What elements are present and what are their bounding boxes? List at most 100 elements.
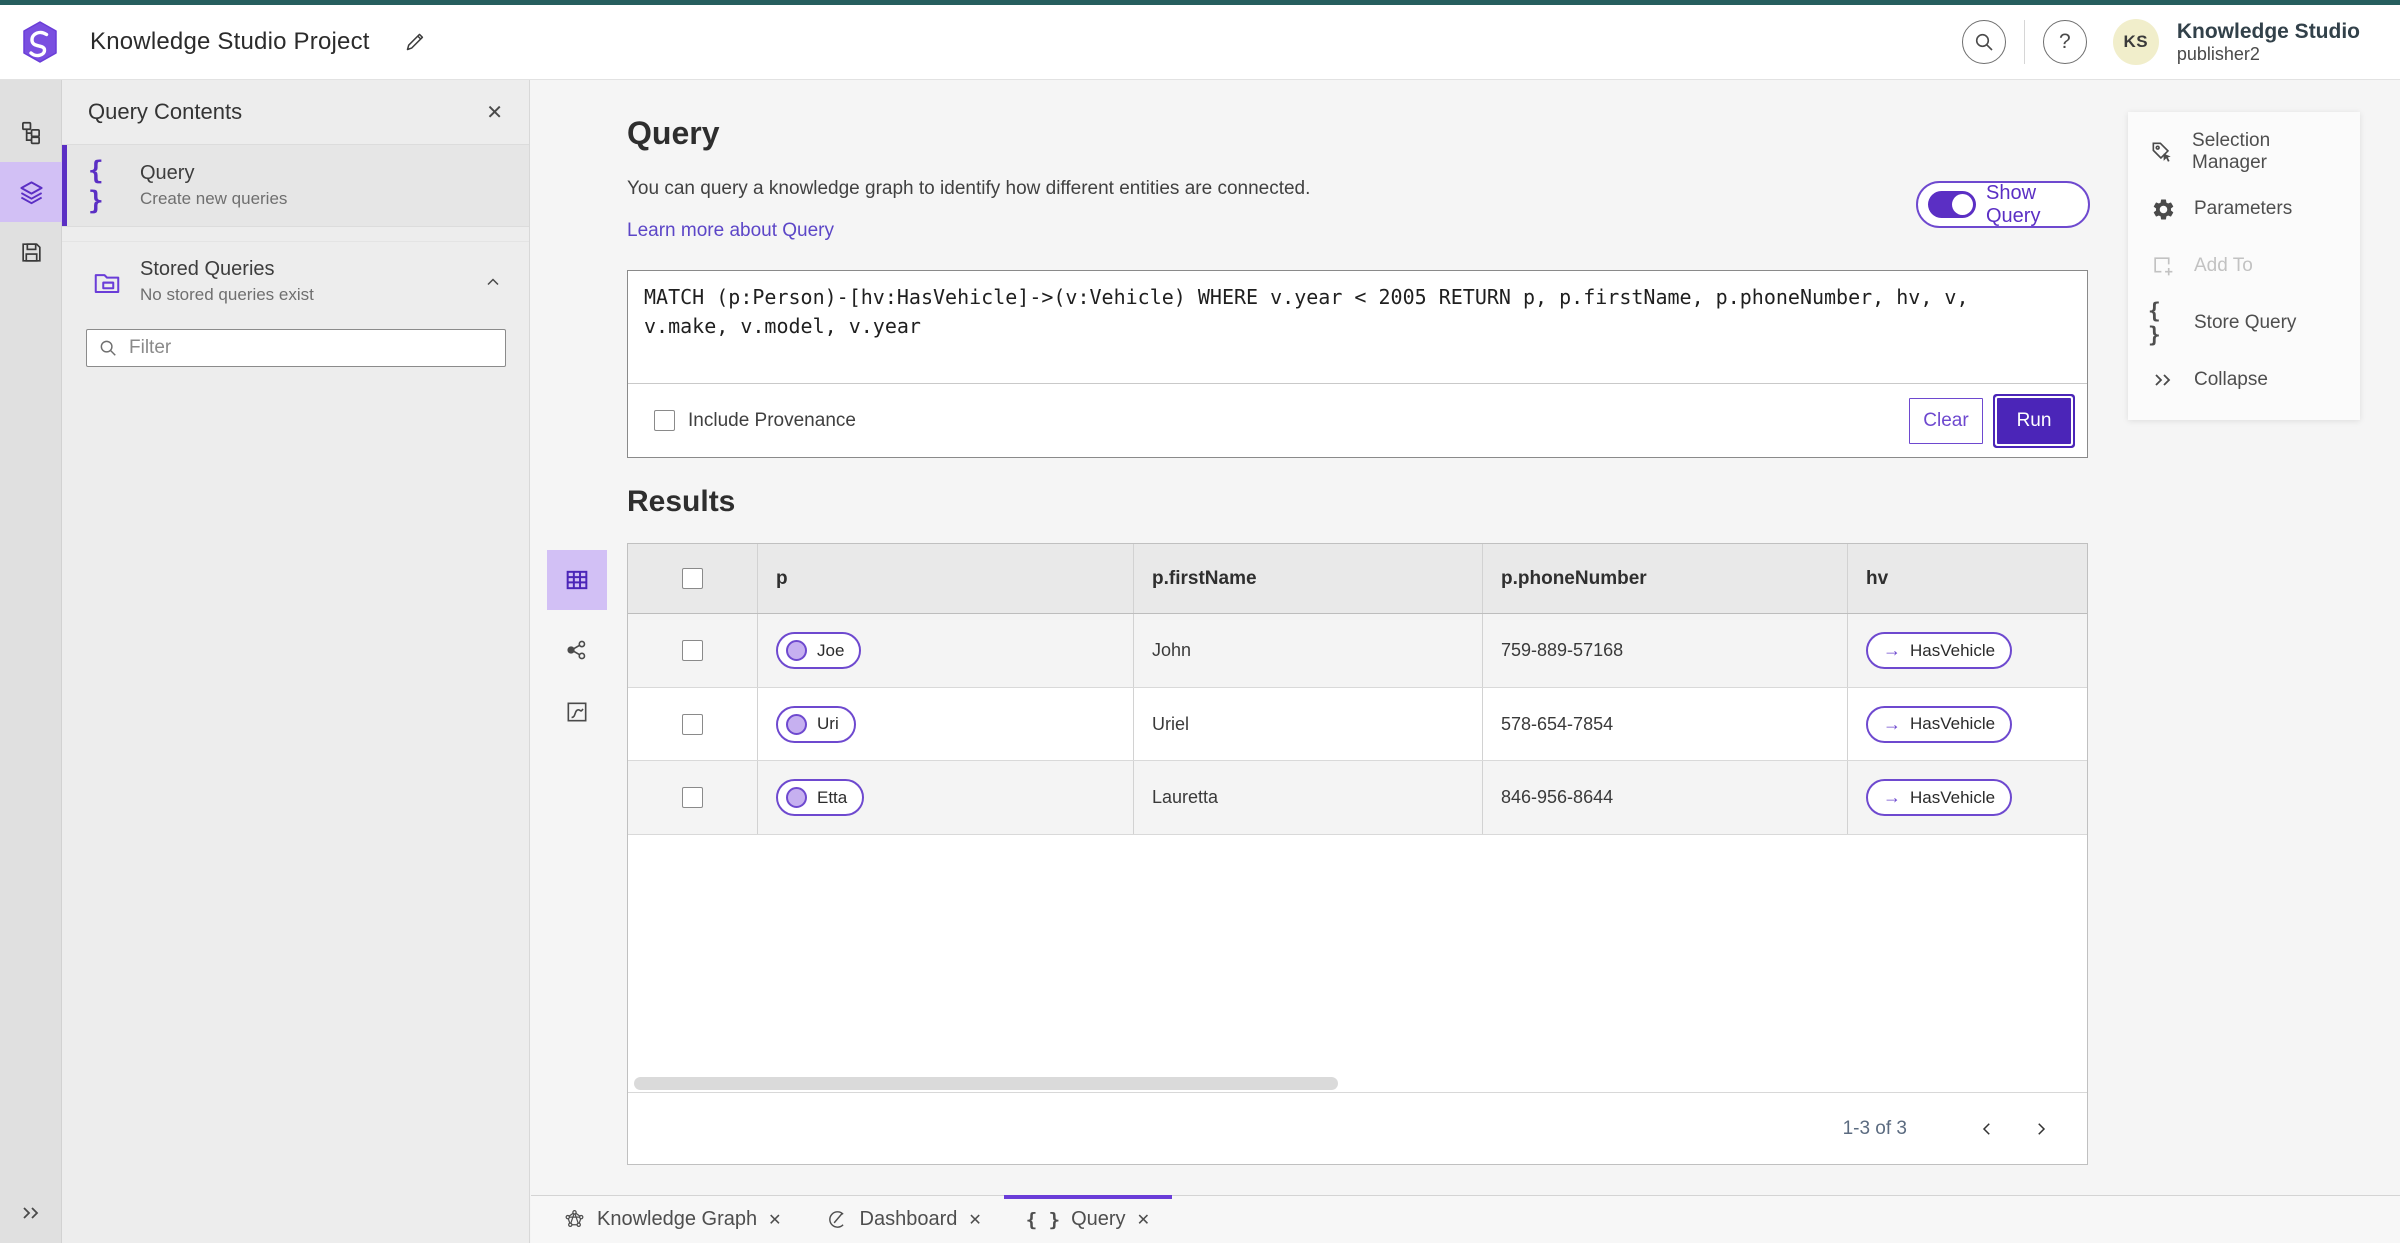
selection-manager-button[interactable]: Selection Manager bbox=[2128, 126, 2360, 178]
cell-firstname: Lauretta bbox=[1152, 787, 1219, 807]
table-view-button[interactable] bbox=[547, 550, 607, 610]
search-button[interactable] bbox=[1961, 20, 2006, 64]
double-chevron-right-icon bbox=[2155, 374, 2171, 386]
entity-pill[interactable]: Joe bbox=[776, 632, 862, 669]
query-heading: Query bbox=[627, 115, 720, 151]
horizontal-scrollbar[interactable] bbox=[634, 1077, 1338, 1090]
knowledge-graph-icon bbox=[565, 1210, 584, 1228]
stored-queries-label: Stored Queries bbox=[140, 258, 275, 280]
cell-phonenumber: 759-889-57168 bbox=[1501, 640, 1624, 660]
dashboard-gauge-icon bbox=[828, 1211, 846, 1228]
tag-cursor-icon bbox=[2152, 142, 2171, 162]
cell-phonenumber: 578-654-7854 bbox=[1501, 713, 1614, 734]
entity-pill[interactable]: Etta bbox=[776, 779, 865, 816]
query-item-description: Create new queries bbox=[140, 189, 288, 208]
clear-button[interactable]: Clear bbox=[1909, 397, 1983, 444]
product-name: Knowledge Studio bbox=[2176, 19, 2360, 43]
save-icon bbox=[21, 242, 41, 262]
chevron-left-icon bbox=[1982, 1122, 1990, 1135]
results-heading: Results bbox=[627, 485, 736, 518]
panel-item-stored-queries[interactable]: Stored Queries No stored queries exist bbox=[62, 241, 529, 321]
pagination-bar: 1-3 of 3 bbox=[628, 1092, 2087, 1164]
chevron-right-icon bbox=[2038, 1122, 2046, 1135]
toggle-knob bbox=[1952, 194, 1973, 215]
pagination-range: 1-3 of 3 bbox=[1842, 1117, 1907, 1139]
panel-title: Query Contents bbox=[88, 99, 243, 124]
query-editor[interactable]: MATCH (p:Person)-[hv:HasVehicle]->(v:Veh… bbox=[628, 271, 2087, 383]
close-tab-icon[interactable]: ✕ bbox=[1137, 1210, 1150, 1230]
question-icon: ? bbox=[2059, 30, 2071, 53]
filter-search-icon bbox=[98, 338, 118, 358]
column-header-p[interactable]: p bbox=[758, 544, 1134, 613]
layers-icon bbox=[19, 180, 43, 204]
show-query-toggle[interactable]: Show Query bbox=[1916, 181, 2090, 228]
column-header-hv[interactable]: hv bbox=[1848, 544, 2087, 613]
header-divider bbox=[2023, 20, 2025, 64]
column-header-phonenumber[interactable]: p.phoneNumber bbox=[1483, 544, 1848, 613]
table-row: Uri Uriel 578-654-7854 → HasVehicle bbox=[628, 688, 2087, 761]
help-button[interactable]: ? bbox=[2042, 20, 2087, 64]
parameters-button[interactable]: Parameters bbox=[2128, 183, 2360, 235]
query-contents-panel: Query Contents ✕ { } Query Create new qu… bbox=[62, 80, 530, 1243]
include-provenance-label: Include Provenance bbox=[688, 409, 856, 431]
tab-knowledge-graph[interactable]: Knowledge Graph ✕ bbox=[541, 1196, 804, 1243]
cell-firstname: Uriel bbox=[1152, 713, 1190, 734]
next-page-button[interactable] bbox=[2021, 1109, 2061, 1149]
arrow-right-icon: → bbox=[1883, 787, 1901, 807]
left-nav-rail bbox=[0, 80, 62, 1243]
run-button[interactable]: Run bbox=[1997, 397, 2071, 444]
cell-phonenumber: 846-956-8644 bbox=[1501, 787, 1614, 807]
user-avatar[interactable]: KS bbox=[2112, 19, 2159, 65]
nav-ontology-button[interactable] bbox=[0, 102, 62, 162]
column-header-firstname[interactable]: p.firstName bbox=[1134, 544, 1483, 613]
stored-queries-description: No stored queries exist bbox=[140, 285, 314, 304]
relationship-pill[interactable]: → HasVehicle bbox=[1866, 779, 2013, 816]
panel-item-query[interactable]: { } Query Create new queries bbox=[62, 145, 529, 227]
stored-queries-folder-icon bbox=[94, 273, 120, 293]
nav-query-button[interactable] bbox=[0, 162, 62, 222]
search-icon bbox=[1975, 33, 1993, 51]
project-title: Knowledge Studio Project bbox=[90, 28, 370, 55]
filter-input[interactable] bbox=[86, 329, 506, 367]
store-query-button[interactable]: { } Store Query bbox=[2128, 297, 2360, 349]
tab-dashboard[interactable]: Dashboard ✕ bbox=[804, 1196, 1004, 1243]
row-checkbox[interactable] bbox=[682, 787, 703, 808]
entity-pill[interactable]: Uri bbox=[776, 705, 856, 743]
arrow-right-icon: → bbox=[1883, 713, 1901, 734]
select-all-checkbox[interactable] bbox=[682, 568, 703, 589]
arrow-right-icon: → bbox=[1883, 640, 1901, 660]
toggle-switch[interactable] bbox=[1928, 191, 1976, 218]
nav-save-button[interactable] bbox=[0, 222, 62, 282]
graph-view-button[interactable] bbox=[547, 620, 607, 680]
close-tab-icon[interactable]: ✕ bbox=[968, 1210, 981, 1230]
results-view-toolbar bbox=[547, 550, 607, 742]
user-name: publisher2 bbox=[2176, 43, 2260, 64]
tab-query[interactable]: { } Query ✕ bbox=[1003, 1195, 1173, 1243]
edit-project-title-button[interactable] bbox=[400, 27, 430, 57]
learn-more-link[interactable]: Learn more about Query bbox=[627, 220, 834, 242]
app-header: Knowledge Studio Project ? KS Knowledge … bbox=[0, 5, 2400, 80]
relationship-pill[interactable]: → HasVehicle bbox=[1866, 632, 2013, 669]
pencil-icon bbox=[406, 33, 423, 51]
row-checkbox[interactable] bbox=[682, 713, 703, 735]
braces-icon: { } bbox=[1025, 1208, 1061, 1231]
entity-node-icon bbox=[786, 713, 807, 735]
close-panel-button[interactable]: ✕ bbox=[486, 100, 503, 125]
gear-icon bbox=[2153, 199, 2173, 219]
show-query-label: Show Query bbox=[1986, 181, 2041, 227]
previous-page-button[interactable] bbox=[1967, 1109, 2007, 1149]
add-to-button[interactable]: Add To bbox=[2128, 240, 2360, 292]
chart-view-button[interactable] bbox=[547, 682, 607, 742]
collapse-panel-button[interactable]: Collapse bbox=[2128, 354, 2360, 406]
results-table-card: p p.firstName p.phoneNumber hv Joe John … bbox=[627, 543, 2088, 1165]
row-checkbox[interactable] bbox=[682, 640, 703, 661]
user-info: Knowledge Studio publisher2 bbox=[2177, 20, 2360, 65]
expand-rail-button[interactable] bbox=[0, 1201, 62, 1225]
relationship-pill[interactable]: → HasVehicle bbox=[1866, 705, 2013, 743]
close-tab-icon[interactable]: ✕ bbox=[768, 1210, 781, 1230]
collapse-section-button[interactable] bbox=[483, 272, 503, 292]
network-icon bbox=[567, 640, 586, 660]
include-provenance-checkbox[interactable] bbox=[654, 410, 675, 431]
braces-icon: { } bbox=[88, 155, 104, 216]
app-logo-icon[interactable] bbox=[18, 20, 62, 64]
